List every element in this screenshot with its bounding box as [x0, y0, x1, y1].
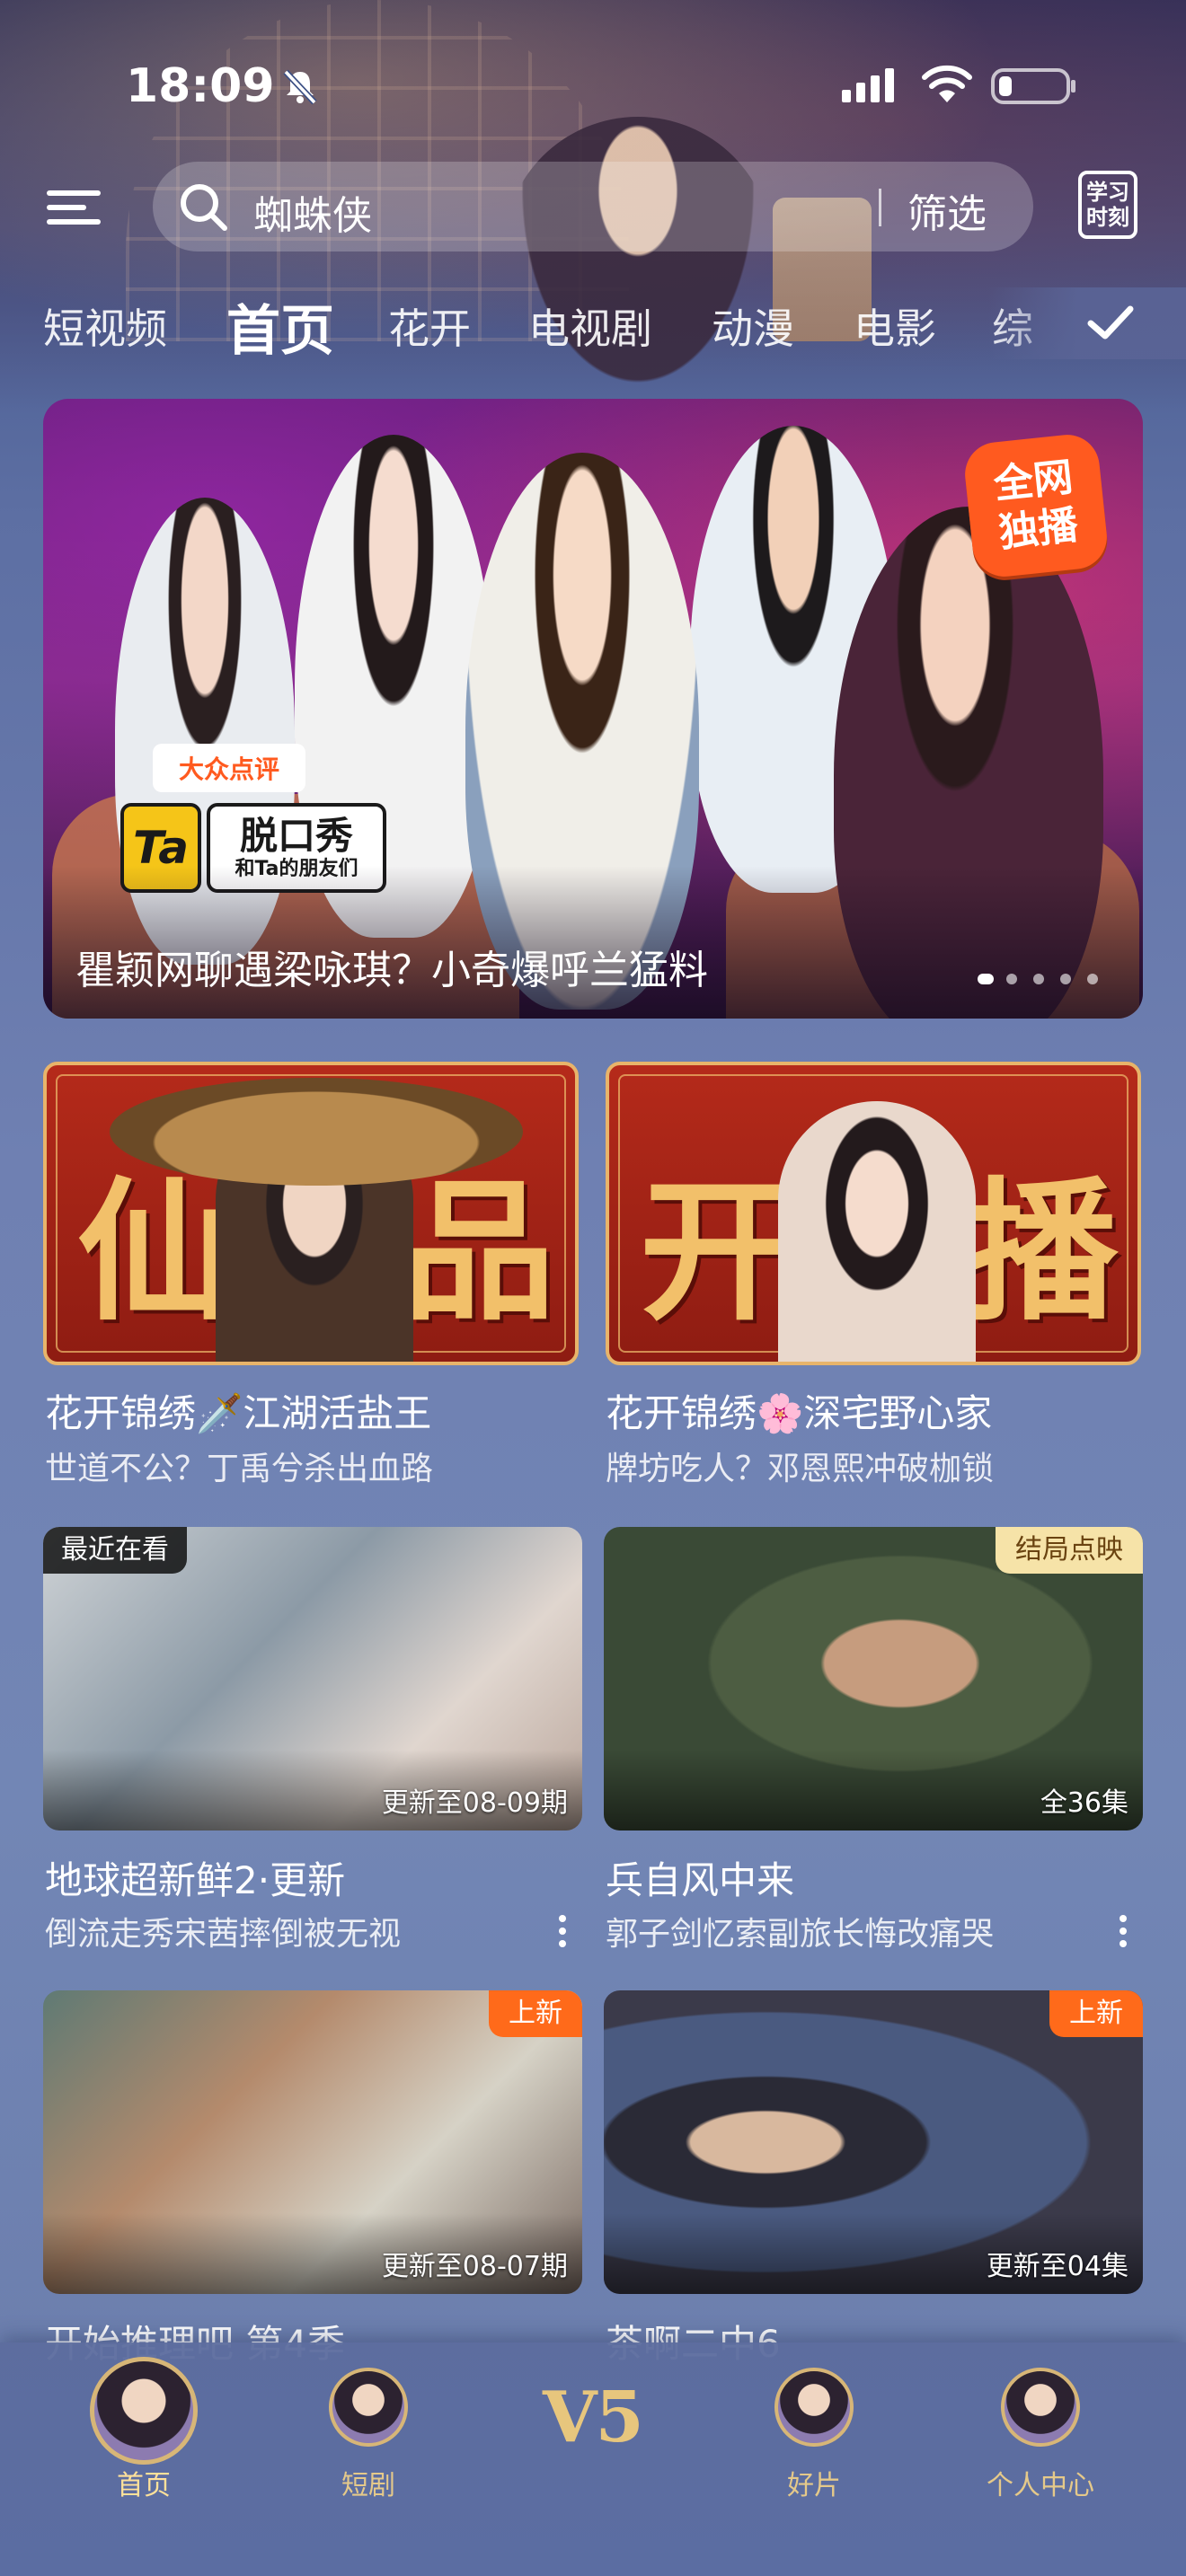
sponsor-logo: 大众点评 [153, 744, 305, 792]
video-subtitle-1: 倒流走秀宋茜摔倒被无视 [45, 1916, 402, 1953]
promo-subtitle-2: 牌坊吃人？邓恩熙冲破枷锁 [606, 1451, 995, 1487]
nav-good-films-avatar-icon [774, 2368, 854, 2447]
finale-preview-badge: 结局点映 [996, 1527, 1143, 1574]
study-moment-icon[interactable]: 学习 时刻 [1078, 171, 1137, 239]
hero-banner[interactable]: 全网 独播 大众点评 Ta 脱口秀 和Ta的朋友们 瞿颖网聊遇梁咏琪？小奇爆呼兰… [43, 399, 1143, 1019]
video-card-reasoning[interactable]: 上新 更新至08-07期 [43, 1990, 582, 2294]
nav-short-drama-avatar-icon [329, 2368, 408, 2447]
nav-home-label: 首页 [117, 2470, 171, 2501]
video-card-chaah-erzhong[interactable]: 上新 更新至04集 [604, 1990, 1143, 2294]
top-header: 蜘蛛侠 筛选 学习 时刻 [0, 158, 1186, 257]
promo-card-xianpin[interactable]: 仙 品 [43, 1062, 579, 1365]
status-bar: 18:09 [0, 54, 1186, 126]
signal-icon [842, 68, 894, 102]
video-subtitle-2: 郭子剑忆索副旅长悔改痛哭 [606, 1916, 995, 1953]
promo-title-1[interactable]: 花开锦绣🗡️江湖活盐王 [45, 1383, 431, 1438]
promo-card-kaibo[interactable]: 开 播 [606, 1062, 1141, 1365]
tab-anime[interactable]: 动漫 [712, 296, 794, 356]
banner-caption: 瞿颖网聊遇梁咏琪？小奇爆呼兰猛料 [75, 948, 708, 993]
carousel-dots [978, 970, 1112, 988]
show-title: 脱口秀 [239, 814, 353, 858]
nav-profile-label: 个人中心 [987, 2470, 1094, 2501]
nav-home[interactable]: 首页 [72, 2357, 216, 2501]
carousel-dot [978, 974, 994, 984]
tab-tv-series[interactable]: 电视剧 [528, 296, 652, 356]
vip-v5-badge[interactable]: V5 [543, 2377, 644, 2458]
video-card-soldier[interactable]: 结局点映 全36集 [604, 1527, 1143, 1831]
more-options-icon[interactable] [553, 1911, 571, 1951]
episode-count: 全36集 [1040, 1787, 1128, 1819]
status-time: 18:09 [126, 59, 275, 113]
nav-good-films[interactable]: 好片 [742, 2368, 886, 2501]
filter-button[interactable]: 筛选 [907, 181, 987, 239]
promo-char-1: 开 [640, 1162, 793, 1342]
episode-progress: 更新至04集 [986, 2251, 1128, 2282]
exclusive-badge: 全网 独播 [961, 431, 1111, 580]
promo-title-2[interactable]: 花开锦绣🌸深宅野心家 [606, 1383, 992, 1438]
nav-short-drama[interactable]: 短剧 [296, 2368, 440, 2501]
bell-muted-icon [283, 69, 317, 105]
promo-subtitle-1: 世道不公？丁禹兮杀出血路 [45, 1451, 434, 1487]
channel-tabs: 短视频 首页 花开 电视剧 动漫 电影 综 [0, 287, 1186, 363]
bottom-navigation: 首页 短剧 V5 好片 个人中心 [0, 2342, 1186, 2576]
promo-char-2: 播 [965, 1162, 1119, 1342]
promo-straw-hat [110, 1078, 523, 1186]
search-bar[interactable]: 蜘蛛侠 筛选 [153, 162, 1033, 251]
nav-profile-avatar-icon [1001, 2368, 1080, 2447]
battery-icon [991, 68, 1075, 104]
nav-short-drama-label: 短剧 [341, 2470, 395, 2501]
video-card-earth-fresh[interactable]: 最近在看 更新至08-09期 [43, 1527, 582, 1831]
episode-progress: 更新至08-09期 [381, 1787, 568, 1819]
nav-home-avatar-icon [90, 2357, 198, 2465]
nav-good-films-label: 好片 [787, 2470, 841, 2501]
exclusive-badge-line1: 全网 [991, 454, 1075, 508]
carousel-dot [1006, 974, 1017, 984]
tab-short-video[interactable]: 短视频 [43, 296, 167, 356]
video-title-2[interactable]: 兵自风中来 [606, 1850, 794, 1905]
carousel-dot [1060, 974, 1071, 984]
tab-movie[interactable]: 电影 [854, 296, 936, 356]
new-badge: 上新 [1049, 1990, 1143, 2037]
search-icon [181, 184, 227, 231]
carousel-dot [1087, 974, 1098, 984]
tab-huakai[interactable]: 花开 [388, 296, 471, 356]
more-options-icon[interactable] [1114, 1911, 1132, 1951]
promo-actress [778, 1101, 976, 1362]
recently-watched-badge: 最近在看 [43, 1527, 187, 1574]
nav-profile[interactable]: 个人中心 [969, 2368, 1112, 2501]
study-label-bottom: 时刻 [1086, 205, 1129, 230]
new-badge: 上新 [489, 1990, 582, 2037]
menu-icon[interactable] [45, 185, 102, 230]
channel-manage-check-icon[interactable] [1084, 300, 1137, 345]
tab-home[interactable]: 首页 [226, 287, 334, 366]
study-label-top: 学习 [1086, 180, 1129, 205]
search-input[interactable]: 蜘蛛侠 [253, 183, 372, 241]
video-title-1[interactable]: 地球超新鲜2·更新 [45, 1850, 345, 1905]
episode-progress: 更新至08-07期 [381, 2251, 568, 2282]
search-divider [879, 189, 881, 226]
exclusive-badge-line2: 独播 [996, 502, 1081, 557]
carousel-dot [1033, 974, 1044, 984]
wifi-icon [922, 65, 972, 102]
